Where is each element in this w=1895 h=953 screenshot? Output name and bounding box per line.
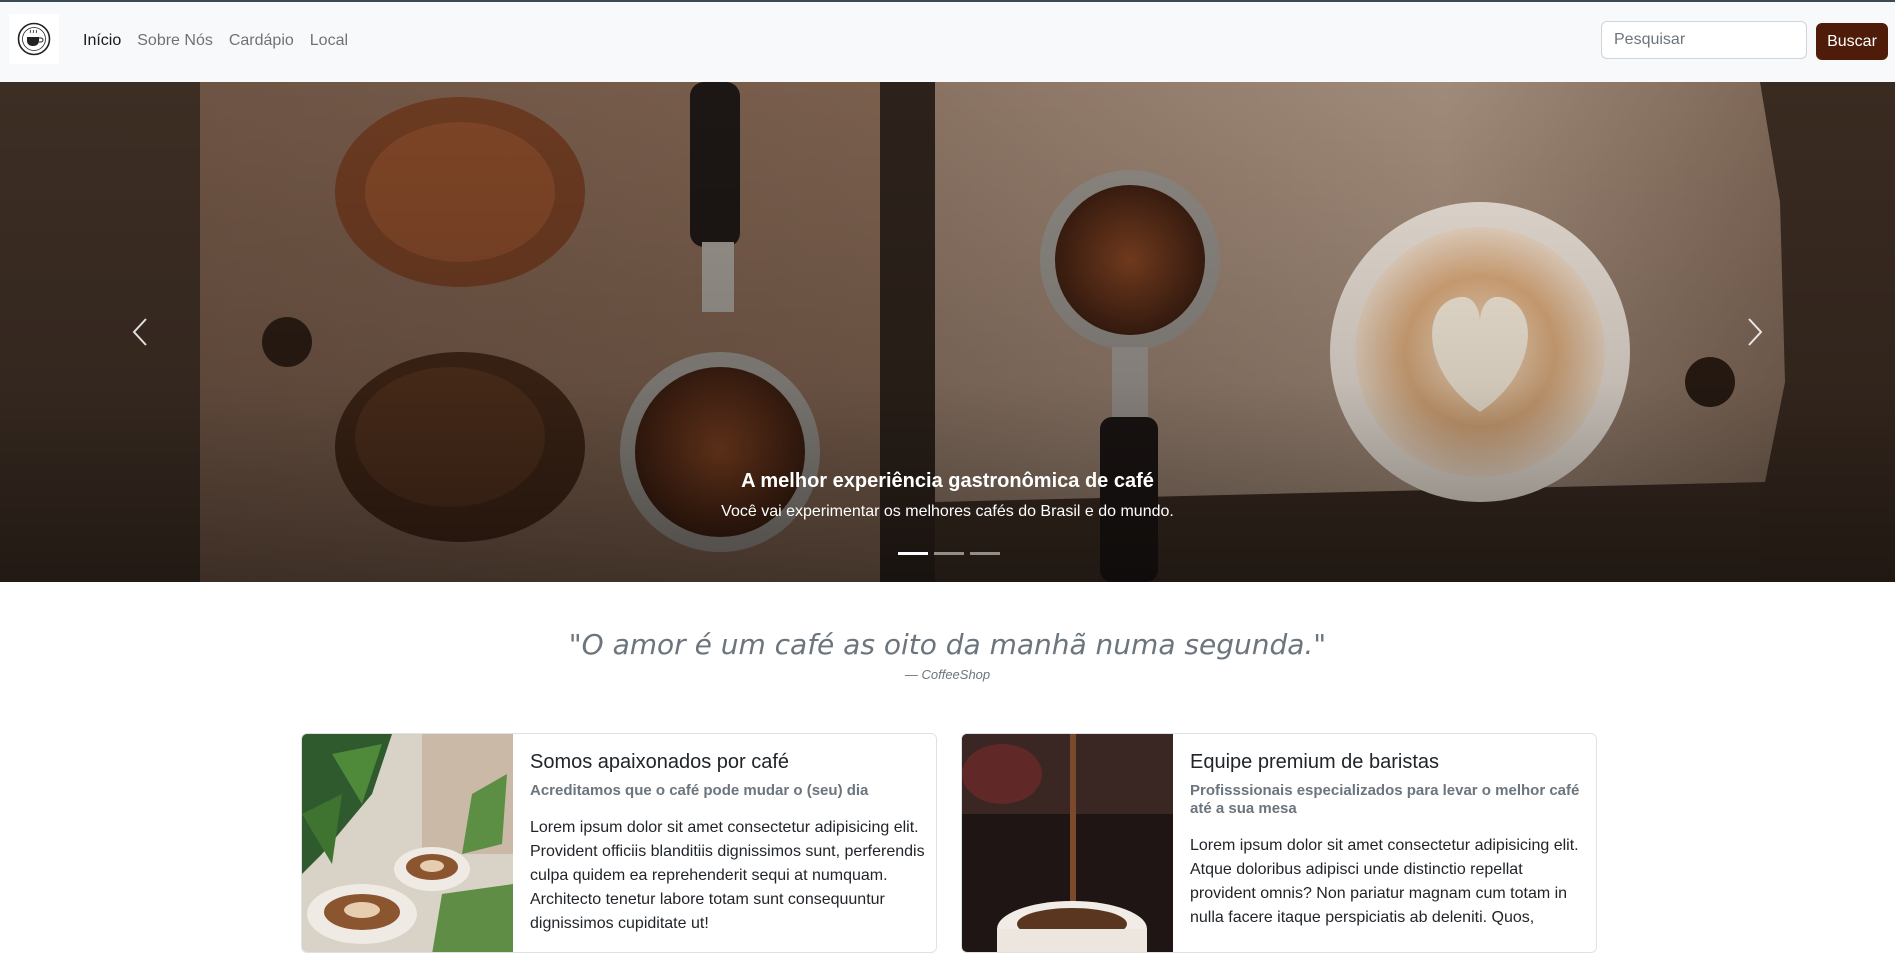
carousel-text: Você vai experimentar os melhores cafés … bbox=[721, 503, 1174, 520]
card-body: Somos apaixonados por café Acreditamos q… bbox=[530, 751, 925, 936]
nav-links: Início Sobre Nós Cardápio Local bbox=[83, 32, 348, 50]
nav-link-sobre-nos[interactable]: Sobre Nós bbox=[137, 32, 213, 50]
card-baristas: Equipe premium de baristas Profisssionai… bbox=[961, 733, 1597, 953]
coffee-logo-icon[interactable] bbox=[9, 14, 59, 64]
card-subtitle: Acreditamos que o café pode mudar o (seu… bbox=[530, 782, 869, 799]
quote-block: "O amor é um café as oito da manhã numa … bbox=[0, 628, 1895, 682]
hero-carousel: A melhor experiência gastronômica de caf… bbox=[0, 82, 1895, 582]
navbar: Início Sobre Nós Cardápio Local Buscar bbox=[0, 2, 1895, 82]
card-apaixonados: Somos apaixonados por café Acreditamos q… bbox=[301, 733, 937, 953]
card-text: Lorem ipsum dolor sit amet consectetur a… bbox=[1190, 837, 1579, 926]
search-button[interactable]: Buscar bbox=[1816, 23, 1888, 60]
card-title: Somos apaixonados por café bbox=[530, 751, 790, 773]
carousel-caption: A melhor experiência gastronômica de caf… bbox=[0, 470, 1895, 521]
carousel-indicator-2[interactable] bbox=[934, 552, 964, 555]
search-input[interactable] bbox=[1601, 21, 1807, 59]
chevron-left-icon bbox=[132, 318, 147, 346]
card-subtitle: Profisssionais especializados para levar… bbox=[1190, 782, 1580, 817]
carousel-indicators bbox=[898, 552, 1000, 555]
card-image-coffee-pour bbox=[962, 734, 1173, 952]
nav-link-cardapio[interactable]: Cardápio bbox=[229, 32, 294, 50]
quote-text: "O amor é um café as oito da manhã numa … bbox=[568, 628, 1327, 661]
nav-link-inicio[interactable]: Início bbox=[83, 32, 121, 50]
quote-author: — CoffeeShop bbox=[904, 667, 991, 682]
card-title: Equipe premium de baristas bbox=[1190, 751, 1440, 773]
nav-link-local[interactable]: Local bbox=[310, 32, 348, 50]
card-image-plants-coffee bbox=[302, 734, 513, 952]
chevron-right-icon bbox=[1748, 318, 1763, 346]
carousel-title: A melhor experiência gastronômica de caf… bbox=[741, 470, 1154, 492]
card-text: Lorem ipsum dolor sit amet consectetur a… bbox=[530, 819, 925, 932]
carousel-indicator-1[interactable] bbox=[898, 552, 928, 555]
carousel-indicator-3[interactable] bbox=[970, 552, 1000, 555]
card-body: Equipe premium de baristas Profisssionai… bbox=[1190, 751, 1585, 930]
